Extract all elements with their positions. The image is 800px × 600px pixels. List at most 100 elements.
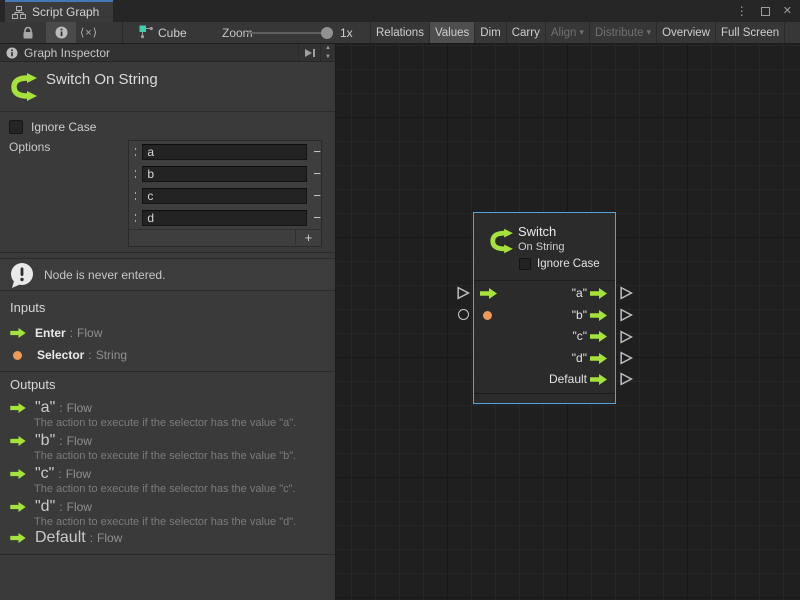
flow-output-port[interactable] xyxy=(590,288,607,299)
flow-arrow-icon xyxy=(10,533,26,543)
graph-owner-button[interactable] xyxy=(139,22,154,43)
type-separator: : xyxy=(59,434,62,448)
align-dropdown[interactable]: Align▾ xyxy=(545,22,589,43)
flow-output-port[interactable] xyxy=(590,331,607,342)
port-name: Default xyxy=(35,529,86,547)
port-description: The action to execute if the selector ha… xyxy=(34,450,331,462)
window-controls: ⋮ ✕ xyxy=(736,0,792,22)
mini-graph-icon xyxy=(139,25,154,40)
distribute-dropdown[interactable]: Distribute▾ xyxy=(589,22,656,43)
add-option-button[interactable]: + xyxy=(295,230,321,245)
output-item: "b" : Flow The action to execute if the … xyxy=(10,434,331,462)
options-label: Options xyxy=(9,140,50,154)
port-name: "d" xyxy=(35,498,55,516)
chevron-down-icon: ▾ xyxy=(647,27,652,38)
node-title: Switch xyxy=(518,224,556,239)
value-port-icon xyxy=(13,351,22,360)
options-footer: + xyxy=(129,229,321,245)
dock-inspector-button[interactable] xyxy=(298,44,320,61)
switch-icon xyxy=(488,227,515,255)
window-menu-icon[interactable]: ⋮ xyxy=(736,5,748,17)
remove-option-button[interactable]: − xyxy=(313,207,321,229)
node-port-row: "c" xyxy=(474,326,615,347)
carry-button[interactable]: Carry xyxy=(506,22,545,43)
option-input[interactable] xyxy=(142,210,307,226)
zoom-slider-handle[interactable] xyxy=(321,27,333,39)
flow-arrow-icon xyxy=(10,328,26,338)
port-label: "b" xyxy=(572,305,587,326)
output-default-connection-point[interactable] xyxy=(619,372,633,386)
output-item: "d" : Flow The action to execute if the … xyxy=(10,500,331,528)
option-input[interactable] xyxy=(142,188,307,204)
type-separator: : xyxy=(70,326,73,340)
ignore-case-checkbox[interactable] xyxy=(519,258,531,270)
output-b-connection-point[interactable] xyxy=(619,308,633,322)
scroll-down-icon[interactable]: ▼ xyxy=(321,53,335,62)
enter-connection-point[interactable] xyxy=(456,286,470,300)
ignore-case-label: Ignore Case xyxy=(31,120,96,134)
node-port-row: "a" xyxy=(474,283,615,304)
flow-output-port[interactable] xyxy=(590,310,607,321)
node-header[interactable]: Switch On String Ignore Case xyxy=(474,213,615,281)
remove-option-button[interactable]: − xyxy=(313,141,321,163)
port-label: "c" xyxy=(572,326,587,347)
scroll-up-icon[interactable]: ▲ xyxy=(321,44,335,53)
toolbar-divider xyxy=(122,22,123,43)
flow-output-port[interactable] xyxy=(590,374,607,385)
output-c-connection-point[interactable] xyxy=(619,330,633,344)
close-icon[interactable]: ✕ xyxy=(783,6,792,17)
dock-icon xyxy=(303,47,317,59)
ignore-case-checkbox[interactable] xyxy=(9,120,23,134)
full-screen-button[interactable]: Full Screen xyxy=(715,22,785,43)
ignore-case-label: Ignore Case xyxy=(537,258,600,270)
overview-button[interactable]: Overview xyxy=(656,22,715,43)
inspector-title: Graph Inspector xyxy=(24,46,298,60)
maximize-icon[interactable] xyxy=(761,7,770,16)
type-separator: : xyxy=(59,401,62,415)
lock-button[interactable] xyxy=(22,22,34,43)
port-label: "d" xyxy=(572,348,587,369)
remove-option-button[interactable]: − xyxy=(313,185,321,207)
graph-toolbar: ⟨×⟩ Cube Zoom 1x Relations Values Dim Ca… xyxy=(0,22,800,44)
option-input[interactable] xyxy=(142,144,307,160)
port-label: Default xyxy=(549,369,587,390)
output-d-connection-point[interactable] xyxy=(619,351,633,365)
node-title-section: Switch On String xyxy=(0,62,335,112)
selector-connection-point[interactable] xyxy=(458,309,469,320)
section-divider xyxy=(0,554,335,555)
node-port-row: Default xyxy=(474,369,615,390)
port-name: "b" xyxy=(35,432,55,450)
option-row: − xyxy=(129,207,321,229)
flow-output-port[interactable] xyxy=(590,353,607,364)
node-footer xyxy=(474,393,615,403)
graph-owner-label[interactable]: Cube xyxy=(158,22,187,43)
port-description: The action to execute if the selector ha… xyxy=(34,516,331,528)
output-a-connection-point[interactable] xyxy=(619,286,633,300)
type-separator: : xyxy=(88,348,91,362)
flow-input-port[interactable] xyxy=(480,288,497,299)
port-type: String xyxy=(96,348,127,362)
graph-inspector-panel: Graph Inspector ▲ ▼ Switch On String Ign… xyxy=(0,44,336,600)
tab-script-graph[interactable]: Script Graph xyxy=(5,0,113,22)
switch-on-string-node[interactable]: Switch On String Ignore Case "a" "b" "c"… xyxy=(473,212,616,404)
zoom-slider-track[interactable] xyxy=(247,32,329,34)
port-type: Flow xyxy=(67,434,92,448)
option-row: − xyxy=(129,185,321,207)
option-input[interactable] xyxy=(142,166,307,182)
relations-button[interactable]: Relations xyxy=(370,22,429,43)
port-description: The action to execute if the selector ha… xyxy=(34,417,331,429)
dim-button[interactable]: Dim xyxy=(474,22,505,43)
code-view-button[interactable]: ⟨×⟩ xyxy=(80,22,98,43)
inspector-header: Graph Inspector ▲ ▼ xyxy=(0,44,335,62)
zoom-value: 1x xyxy=(340,22,353,43)
type-separator: : xyxy=(58,467,61,481)
type-separator: : xyxy=(59,500,62,514)
remove-option-button[interactable]: − xyxy=(313,163,321,185)
values-button[interactable]: Values xyxy=(429,22,474,43)
output-item: Default : Flow xyxy=(10,531,331,544)
input-row-enter: Enter : Flow xyxy=(10,325,102,341)
inspector-toggle-button[interactable] xyxy=(46,22,76,43)
selector-value-port[interactable] xyxy=(483,311,492,320)
flow-arrow-icon xyxy=(10,403,26,413)
port-name: Selector xyxy=(37,348,84,362)
